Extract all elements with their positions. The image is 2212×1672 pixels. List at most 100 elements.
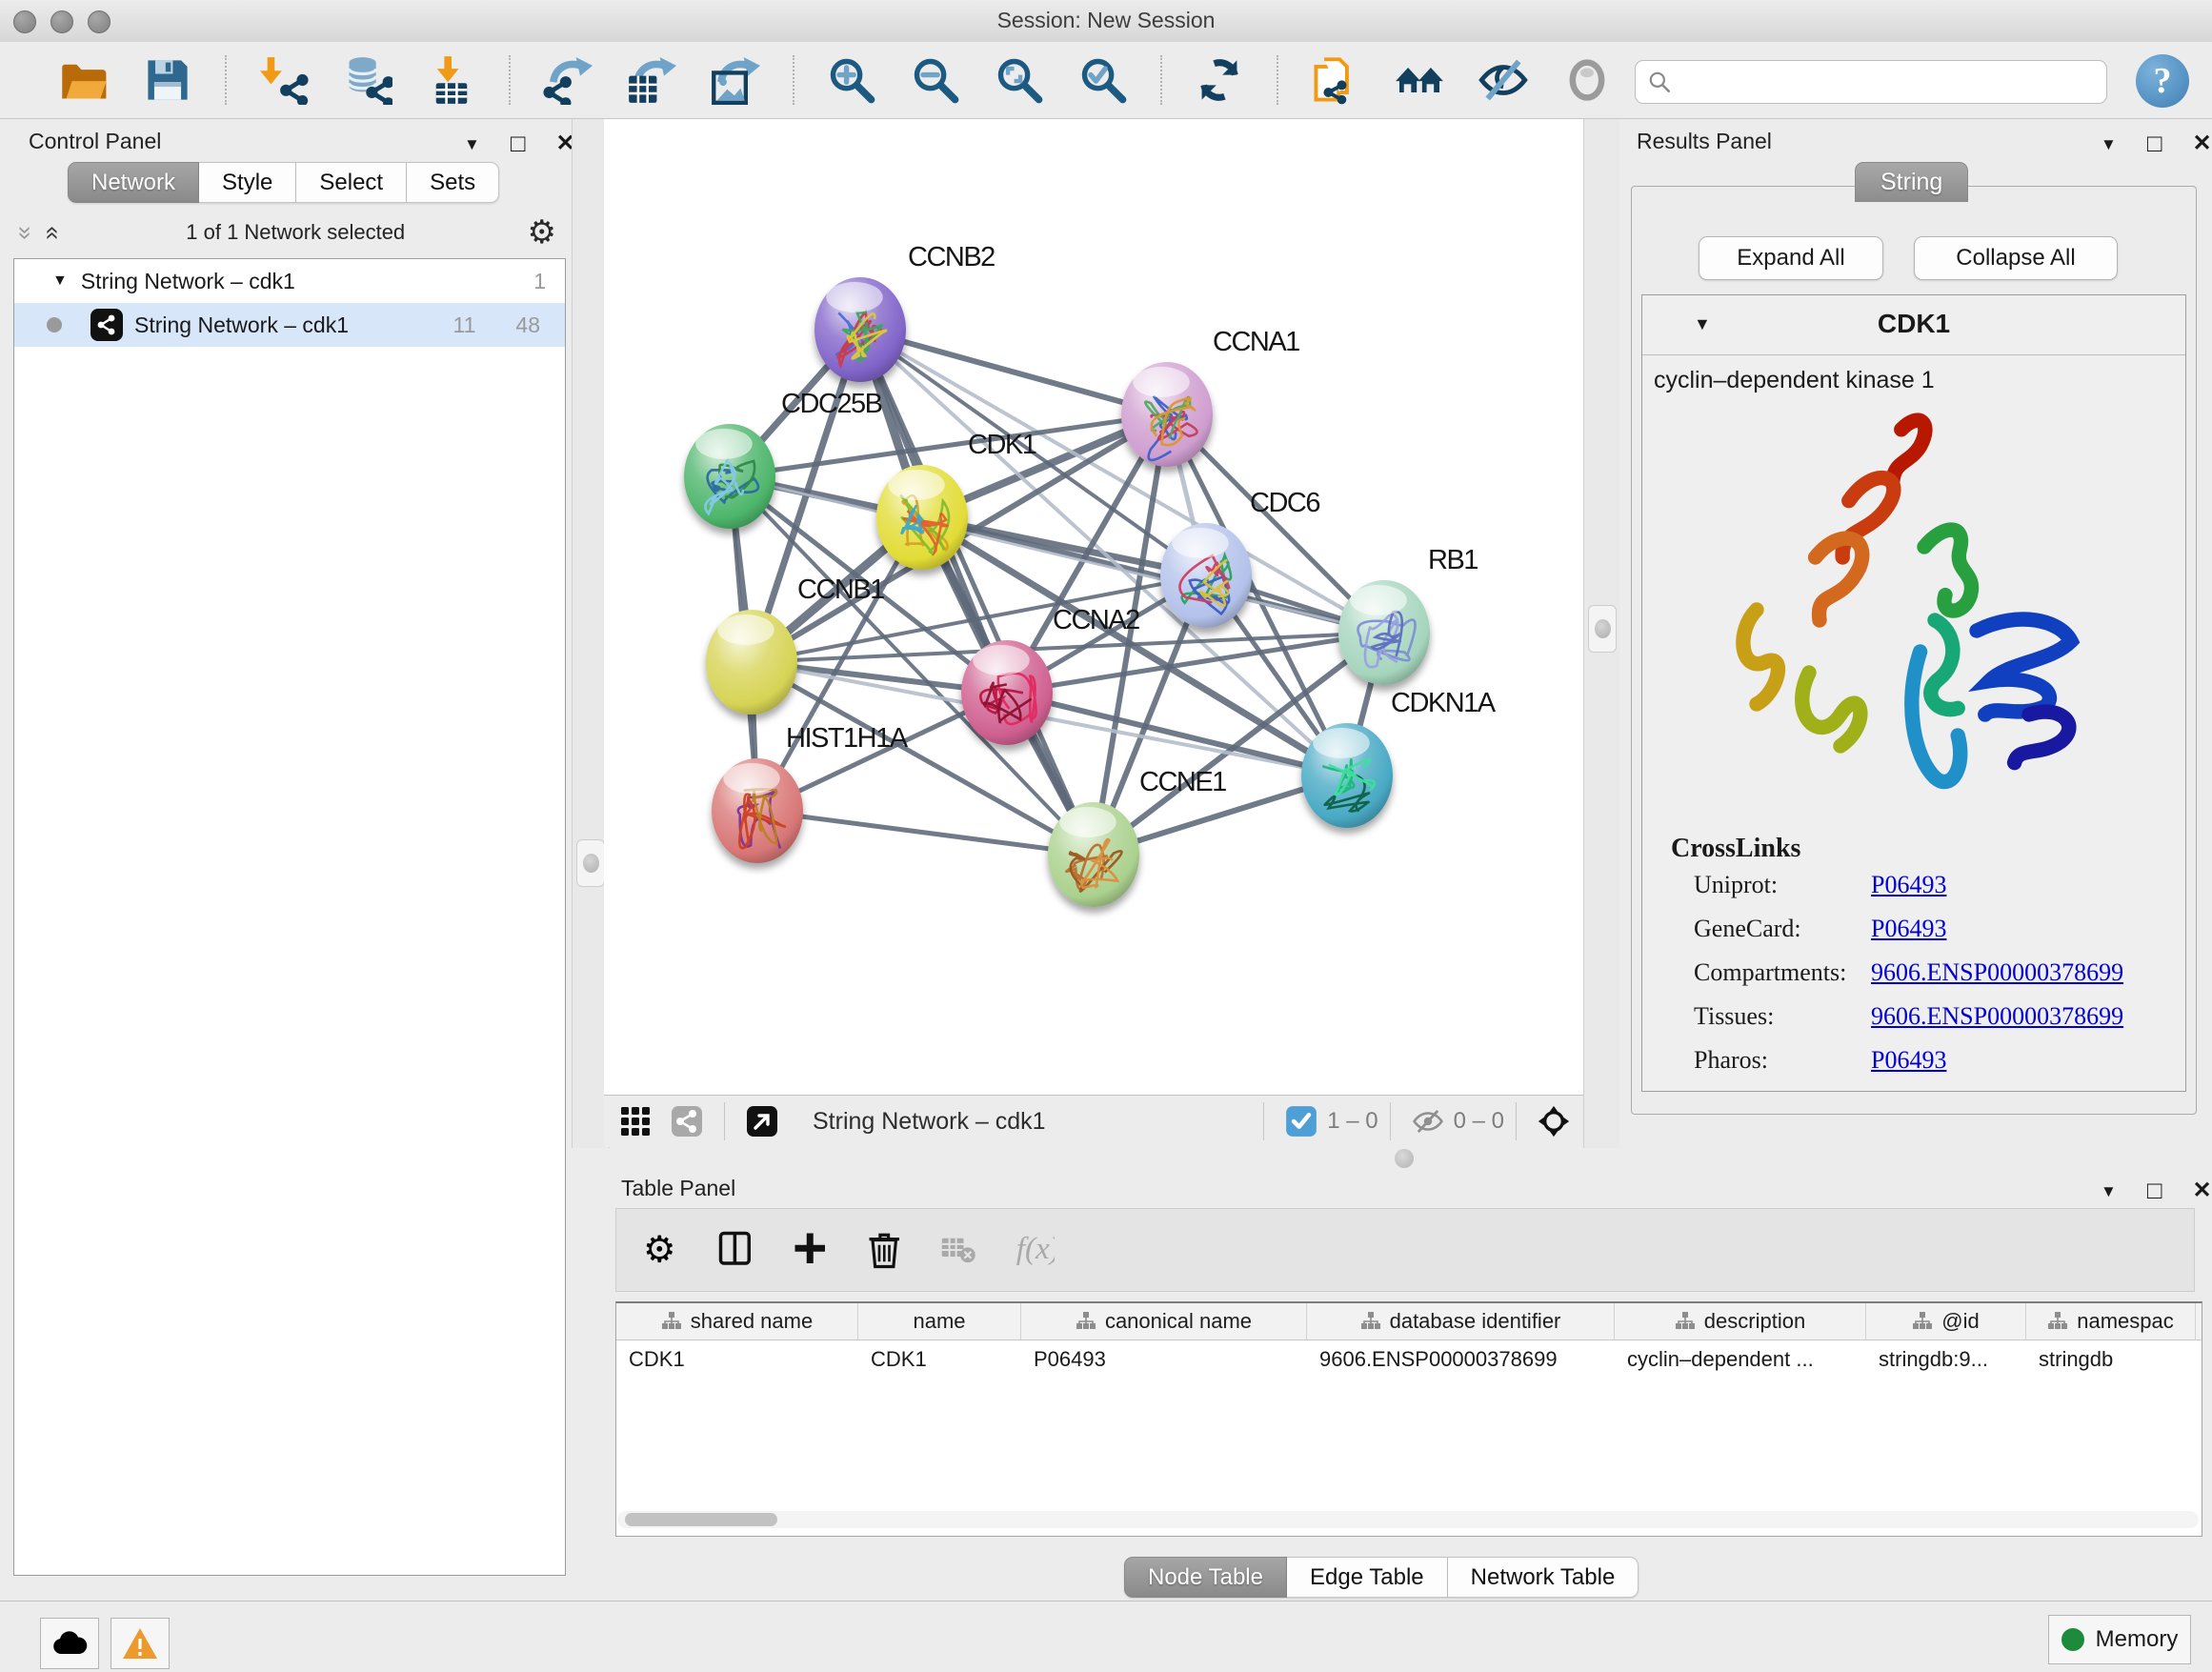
zoom-out-icon[interactable] <box>911 55 960 105</box>
crosslink-link[interactable]: P06493 <box>1871 915 1946 943</box>
title-bar: Session: New Session <box>0 0 2212 43</box>
function-builder-icon[interactable]: f(x) <box>1015 1230 1055 1270</box>
delete-column-icon[interactable] <box>866 1230 906 1270</box>
selected-checkbox-icon[interactable] <box>1285 1105 1317 1138</box>
toolbar-group <box>509 55 793 105</box>
node-RB1[interactable]: RB1 <box>1338 545 1478 685</box>
node-CCNB1[interactable]: CCNB1 <box>706 574 884 715</box>
open-session-icon[interactable] <box>59 55 109 105</box>
scrollbar-thumb[interactable] <box>625 1513 777 1526</box>
edge-count: 48 <box>515 312 540 338</box>
column-header-name[interactable]: name <box>858 1303 1021 1340</box>
column-header-description[interactable]: description <box>1615 1303 1866 1340</box>
tab-string[interactable]: String <box>1855 162 1968 202</box>
cybrowser-home-icon[interactable] <box>1395 55 1444 105</box>
warning-button[interactable] <box>111 1618 170 1669</box>
table-settings-icon[interactable]: ⚙ <box>643 1230 683 1270</box>
grid-view-icon[interactable] <box>619 1105 652 1138</box>
crosslinks-heading: CrossLinks <box>1671 834 1800 864</box>
control-panel-collapse-icon[interactable] <box>464 132 480 155</box>
node-CCNE1[interactable]: CCNE1 <box>1048 767 1226 907</box>
help-button[interactable]: ? <box>2136 54 2189 108</box>
zoom-selected-icon[interactable] <box>1078 55 1128 105</box>
table-row[interactable]: CDK1CDK1P064939606.ENSP00000378699cyclin… <box>616 1340 2202 1379</box>
tab-sets[interactable]: Sets <box>407 162 499 203</box>
zoom-fit-icon[interactable] <box>995 55 1044 105</box>
horizontal-splitter-handle[interactable] <box>1395 1149 1414 1168</box>
table-cell[interactable]: P06493 <box>1021 1340 1307 1379</box>
table-cell[interactable]: stringdb:9... <box>1866 1340 2026 1379</box>
results-panel-collapse-icon[interactable] <box>2101 132 2117 155</box>
column-header-shared-name[interactable]: shared name <box>616 1303 858 1340</box>
crosslink-link[interactable]: P06493 <box>1871 1046 1946 1075</box>
table-panel-close-icon[interactable] <box>2193 1180 2212 1201</box>
node-table[interactable]: shared namenamecanonical namedatabase id… <box>615 1301 2202 1537</box>
right-splitter[interactable] <box>1583 119 1621 1148</box>
crosslink-row: Tissues:9606.ENSP00000378699 <box>1694 1002 1774 1031</box>
crosslink-link[interactable]: 9606.ENSP00000378699 <box>1871 1002 2123 1031</box>
column-header-@id[interactable]: @id <box>1866 1303 2026 1340</box>
save-session-icon[interactable] <box>143 55 192 105</box>
network-canvas[interactable]: CCNB2CCNA1CDC25BCDK1CDC6RB1CCNB1CCNA2CDK… <box>604 119 1583 1095</box>
import-table-icon[interactable] <box>427 55 476 105</box>
table-cell[interactable]: stringdb <box>2026 1340 2196 1379</box>
open-in-window-icon[interactable] <box>746 1105 778 1138</box>
table-cell[interactable]: cyclin–dependent ... <box>1615 1340 1866 1379</box>
collapse-all-button[interactable]: Collapse All <box>1914 236 2118 280</box>
tab-style[interactable]: Style <box>199 162 296 203</box>
table-panel-float-icon[interactable] <box>2147 1179 2162 1202</box>
node-CCNA1[interactable]: CCNA1 <box>1121 327 1299 467</box>
table-cell[interactable]: CDK1 <box>616 1340 858 1379</box>
results-panel-float-icon[interactable] <box>2147 132 2162 155</box>
cdk1-entry-header[interactable]: ▼ CDK1 <box>1642 295 2185 355</box>
hide-panel-icon[interactable] <box>1478 55 1528 105</box>
table-horizontal-scrollbar[interactable] <box>617 1511 2199 1528</box>
control-panel-float-icon[interactable] <box>511 132 526 155</box>
search-input[interactable] <box>1679 64 2106 100</box>
add-column-icon[interactable] <box>792 1230 832 1270</box>
table-cell[interactable]: 9606.ENSP00000378699 <box>1307 1340 1615 1379</box>
export-image-icon[interactable] <box>711 55 760 105</box>
network-collection-row[interactable]: ▼ String Network – cdk1 1 <box>14 259 565 303</box>
import-network-database-icon[interactable] <box>343 55 392 105</box>
zoom-in-icon[interactable] <box>827 55 876 105</box>
delete-table-icon[interactable] <box>940 1230 980 1270</box>
left-splitter-handle[interactable] <box>576 839 605 887</box>
node-CDC6[interactable]: CDC6 <box>1160 488 1319 628</box>
collection-expand-icon[interactable]: ▼ <box>52 272 68 290</box>
tab-node-table[interactable]: Node Table <box>1124 1557 1287 1598</box>
table-panel-collapse-icon[interactable] <box>2101 1179 2117 1202</box>
column-header-namespac[interactable]: namespac <box>2026 1303 2196 1340</box>
collapse-all-networks-icon[interactable]: » <box>36 226 66 239</box>
crosslink-link[interactable]: P06493 <box>1871 871 1946 899</box>
show-panel-icon[interactable] <box>1562 55 1612 105</box>
cloud-icon <box>50 1629 89 1658</box>
right-splitter-handle[interactable] <box>1588 605 1617 653</box>
tab-network[interactable]: Network <box>68 162 199 203</box>
node-CDKN1A[interactable]: CDKN1A <box>1301 688 1497 828</box>
string-view-icon[interactable] <box>671 1105 703 1138</box>
show-columns-icon[interactable] <box>717 1230 757 1270</box>
memory-button[interactable]: Memory <box>2048 1615 2191 1664</box>
column-header-database-identifier[interactable]: database identifier <box>1307 1303 1615 1340</box>
export-network-icon[interactable] <box>543 55 593 105</box>
table-cell[interactable]: CDK1 <box>858 1340 1021 1379</box>
export-table-icon[interactable] <box>627 55 676 105</box>
cloud-button[interactable] <box>40 1618 99 1669</box>
apply-layout-icon[interactable] <box>1195 55 1244 105</box>
results-panel-close-icon[interactable] <box>2193 133 2212 154</box>
birds-eye-crosshair-icon[interactable] <box>1538 1105 1570 1138</box>
shared-column-icon <box>1912 1311 1933 1332</box>
search-box[interactable] <box>1635 60 2107 104</box>
expand-all-button[interactable]: Expand All <box>1699 236 1883 280</box>
tab-network-table[interactable]: Network Table <box>1448 1557 1639 1598</box>
crosslink-link[interactable]: 9606.ENSP00000378699 <box>1871 958 2123 987</box>
column-header-canonical-name[interactable]: canonical name <box>1021 1303 1307 1340</box>
tab-edge-table[interactable]: Edge Table <box>1287 1557 1448 1598</box>
network-compare-icon[interactable] <box>1311 55 1360 105</box>
tab-select[interactable]: Select <box>296 162 407 203</box>
network-row-selected[interactable]: String Network – cdk1 11 48 <box>14 303 565 347</box>
import-network-icon[interactable] <box>259 55 309 105</box>
node-HIST1H1A[interactable]: HIST1H1A <box>712 723 909 863</box>
network-options-gear-icon[interactable]: ⚙ <box>528 213 556 252</box>
